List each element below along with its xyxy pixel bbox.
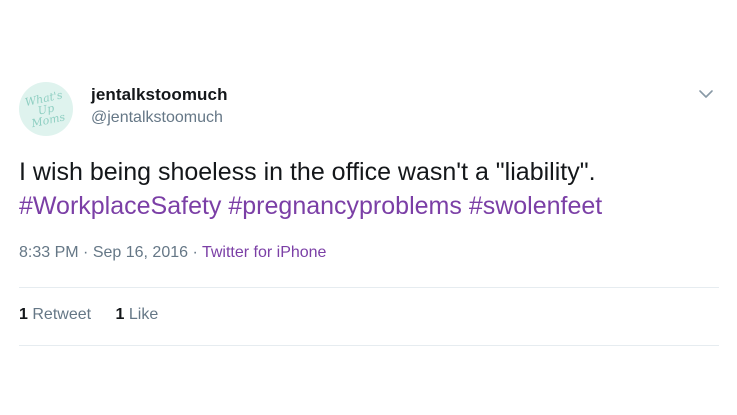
like-count: 1 — [115, 306, 125, 323]
engagement-stats: 1 Retweet 1 Like — [19, 306, 178, 324]
like-label: Like — [128, 306, 159, 323]
tweet-source-link[interactable]: Twitter for iPhone — [202, 244, 327, 261]
hashtag-link[interactable]: #pregnancyproblems — [228, 192, 461, 220]
meta-separator: · — [188, 244, 202, 261]
chevron-down-icon[interactable] — [698, 88, 714, 100]
tweet-card: What's Up Moms jentalkstoomuch @jentalks… — [0, 0, 737, 415]
avatar-logo-text: What's Up Moms — [23, 87, 67, 130]
meta-separator: · — [78, 244, 93, 261]
user-handle[interactable]: @jentalkstoomuch — [91, 109, 223, 127]
tweet-text: I wish being shoeless in the office wasn… — [19, 158, 596, 186]
divider — [19, 287, 719, 288]
avatar[interactable]: What's Up Moms — [19, 82, 73, 136]
tweet-date[interactable]: Sep 16, 2016 — [93, 244, 188, 261]
tweet-meta: 8:33 PM · Sep 16, 2016 · Twitter for iPh… — [19, 244, 326, 262]
retweet-label: Retweet — [32, 306, 92, 323]
display-name[interactable]: jentalkstoomuch — [91, 85, 228, 105]
divider — [19, 345, 719, 346]
hashtag-link[interactable]: #swolenfeet — [469, 192, 602, 220]
tweet-time[interactable]: 8:33 PM — [19, 244, 79, 261]
retweet-count: 1 — [19, 306, 28, 323]
hashtag-line: #WorkplaceSafety #pregnancyproblems #swo… — [19, 189, 719, 223]
hashtag-link[interactable]: #WorkplaceSafety — [19, 192, 221, 220]
like-stat[interactable]: 1 Like — [116, 306, 159, 324]
retweet-stat[interactable]: 1 Retweet — [19, 306, 91, 324]
